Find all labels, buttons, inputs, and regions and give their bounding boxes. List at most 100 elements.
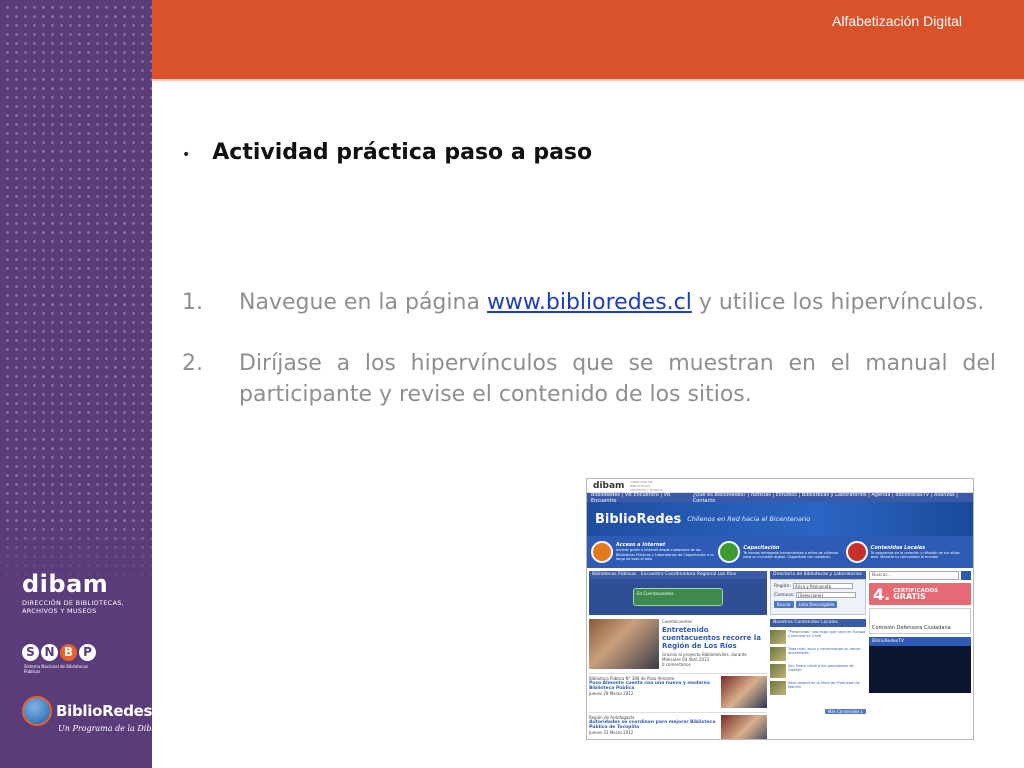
radio-player[interactable]: En Cuentacuentos (589, 579, 767, 615)
news-featured-comments[interactable]: 0 comentarios (662, 662, 767, 667)
news-item-3-text: Región de Antofagasta Autoridades se coo… (589, 715, 721, 739)
news-item-2[interactable]: Biblioteca Pública N° 306 de Pozo Almont… (589, 673, 767, 708)
site-body: Bibliotecas Públicas Encuentro Coordinad… (587, 568, 973, 739)
step-2-text: Diríjase a los hipervínculos que se mues… (239, 351, 996, 407)
step-1: 1. Navegue en la página www.biblioredes.… (182, 287, 996, 318)
region-select[interactable]: Arica y Parinacota (792, 583, 853, 589)
site-right-column: Buscar... 4. CERTIFICADOS GRATIS Comisió… (869, 571, 971, 739)
service-contenidos-desc: Te apoyamos en la creación y difusión de… (870, 550, 960, 560)
steps-list: 1. Navegue en la página www.biblioredes.… (182, 287, 996, 410)
site-dibam-logo: dibam (593, 480, 625, 491)
site-search-input[interactable]: Buscar... (869, 571, 959, 580)
news-featured[interactable]: Cuentacuentos Entretenido cuentacuentos … (589, 619, 767, 669)
region-label: Región: (774, 583, 791, 589)
biblioredes-logo: BiblioRedes (22, 696, 152, 726)
local-item-1-text[interactable]: "Presencias" una expo que nace en Europa… (788, 630, 866, 644)
service-capacitacion-desc: Te hemos entregado herramientas a miles … (743, 550, 839, 560)
news-item-3[interactable]: Región de Antofagasta Autoridades se coo… (589, 712, 767, 739)
news-featured-kicker: Cuentacuentos (662, 619, 693, 624)
radio-station: Encuentro Coordinadora Regional Los Ríos (640, 572, 737, 577)
site-middle-column: Directorio de Bibliotecas y Laboratorios… (770, 571, 866, 739)
radio-label: Bibliotecas Públicas (592, 572, 637, 577)
search-icon[interactable] (961, 571, 971, 580)
step-1-text-before: Navegue en la página (239, 290, 480, 315)
step-1-number: 1. (182, 290, 203, 315)
site-brand: BiblioRedes (595, 511, 682, 527)
player-bar[interactable]: En Cuentacuentos (633, 588, 723, 606)
biblioredes-tv[interactable]: BiblioRedesTV (869, 637, 971, 693)
site-left-column: Bibliotecas Públicas Encuentro Coordinad… (589, 571, 767, 739)
radio-head: Bibliotecas Públicas Encuentro Coordinad… (589, 571, 767, 579)
news-item-3-image[interactable] (721, 715, 767, 739)
news-featured-title[interactable]: Entretenido cuentacuentos recorre la Reg… (662, 626, 767, 650)
local-item-2-text[interactable]: Toda miel, saco y conservando su raíces … (788, 647, 866, 661)
region-row: Región: Arica y Parinacota (774, 583, 862, 589)
defensoria-banner[interactable]: Comisión Defensora Ciudadana (869, 608, 971, 634)
local-item-1-image[interactable] (770, 630, 786, 644)
local-item-1[interactable]: "Presencias" una expo que nace en Europa… (770, 630, 866, 644)
local-item-2[interactable]: Toda miel, saco y conservando su raíces … (770, 647, 866, 661)
site-services: Acceso a Internet Accede gratis a intern… (587, 536, 973, 568)
dibam-logo-word: dibam (22, 570, 109, 598)
certificates-number: 4. (873, 584, 891, 604)
news-item-3-title[interactable]: Autoridades se coordinan para mejorar Bi… (589, 720, 721, 730)
step-2-number: 2. (182, 351, 203, 376)
site-nav: BiblioRedes | VB Encuentro | VB Encuentr… (587, 492, 973, 504)
dibam-logo-sub-line-2: ARCHIVOS Y MUSEOS (22, 607, 97, 615)
news-featured-image[interactable] (589, 619, 659, 669)
comuna-select[interactable]: [Seleccione] (796, 592, 857, 598)
local-item-3-text[interactable]: San Pedro cuida a los pescadores de Quei… (788, 664, 866, 678)
more-local-content-button[interactable]: Más Contenidos L (824, 709, 866, 714)
news-item-2-date: Jueves 29 Marzo 2012 (589, 691, 634, 696)
site-nav-right[interactable]: ¿Qué es BiblioRedes? | Noticias | Estudi… (693, 492, 969, 504)
biblioredes-logo-name: BiblioRedes (56, 702, 153, 720)
dibam-logo: dibam DIRECCIÓN DE BIBLIOTECAS, ARCHIVOS… (22, 572, 132, 615)
header-divider (152, 79, 1024, 81)
snbp-letter-b: B (60, 644, 77, 661)
site-banner: BiblioRedes Chilenos en Red hacia el Bic… (587, 502, 973, 536)
biblioredes-tv-label: BiblioRedesTV (869, 637, 971, 646)
dibam-logo-sub: DIRECCIÓN DE BIBLIOTECAS, ARCHIVOS Y MUS… (22, 599, 132, 615)
site-nav-left[interactable]: BiblioRedes | VB Encuentro | VB Encuentr… (591, 492, 693, 504)
local-item-4-text[interactable]: Sólo calidad en la Feria de Productos de… (788, 681, 866, 695)
biblioredes-link[interactable]: www.biblioredes.cl (487, 290, 692, 315)
header-bar: Alfabetización Digital (152, 0, 1024, 79)
header-title: Alfabetización Digital (832, 13, 962, 29)
service-internet[interactable]: Acceso a Internet Accede gratis a intern… (591, 539, 714, 565)
bullet-icon: • (182, 147, 191, 163)
snbp-letter-p: P (79, 644, 96, 661)
service-capacitacion[interactable]: Capacitación Te hemos entregado herramie… (718, 539, 841, 565)
website-screenshot: dibam DIRECCIÓN DE BIBLIOTECAS, ARCHIVOS… (586, 478, 974, 740)
biblioredes-globe-icon (22, 696, 52, 726)
directory-search-button[interactable]: Buscar (774, 601, 794, 608)
news-item-3-date: Jueves 22 Marzo 2012 (589, 730, 634, 735)
news-featured-text: Cuentacuentos Entretenido cuentacuentos … (662, 619, 767, 669)
comuna-row: Comuna: [Seleccione] (774, 592, 862, 598)
news-item-2-text: Biblioteca Pública N° 306 de Pozo Almont… (589, 676, 721, 708)
local-item-4[interactable]: Sólo calidad en la Feria de Productos de… (770, 681, 866, 695)
snbp-logo: S N B P (22, 644, 96, 661)
local-item-2-image[interactable] (770, 647, 786, 661)
step-1-text-after: y utilice los hipervínculos. (698, 290, 985, 315)
local-item-3-image[interactable] (770, 664, 786, 678)
certificates-text: CERTIFICADOS GRATIS (893, 588, 938, 601)
graduation-cap-icon (718, 541, 741, 563)
local-item-4-image[interactable] (770, 681, 786, 695)
snbp-logo-sub: Sistema Nacional de Bibliotecas Públicas (24, 664, 89, 674)
service-contenidos[interactable]: Contenidos Locales Te apoyamos en la cre… (845, 539, 969, 565)
site-search: Buscar... (869, 571, 971, 580)
snbp-letter-n: N (41, 644, 58, 661)
local-item-3[interactable]: San Pedro cuida a los pescadores de Quei… (770, 664, 866, 678)
news-item-2-title[interactable]: Pozo Almonte cuenta con una nueva y mode… (589, 681, 721, 691)
news-item-2-image[interactable] (721, 676, 767, 708)
dibam-logo-sub-line-1: DIRECCIÓN DE BIBLIOTECAS, (22, 599, 125, 607)
directory-buttons: Buscar Lista Descargable (774, 601, 862, 608)
certificates-banner[interactable]: 4. CERTIFICADOS GRATIS (869, 583, 971, 605)
download-list-button[interactable]: Lista Descargable (795, 601, 838, 608)
comuna-label: Comuna: (774, 592, 795, 598)
at-sign-icon (591, 541, 613, 563)
step-2: 2. Diríjase a los hipervínculos que se m… (182, 348, 996, 410)
site-dibam-sub: DIRECCIÓN DE BIBLIOTECAS, ARCHIVOS Y MUS… (630, 479, 663, 492)
certificates-line-2: GRATIS (893, 592, 926, 601)
site-slogan: Chilenos en Red hacia el Bicentenario (687, 515, 811, 523)
